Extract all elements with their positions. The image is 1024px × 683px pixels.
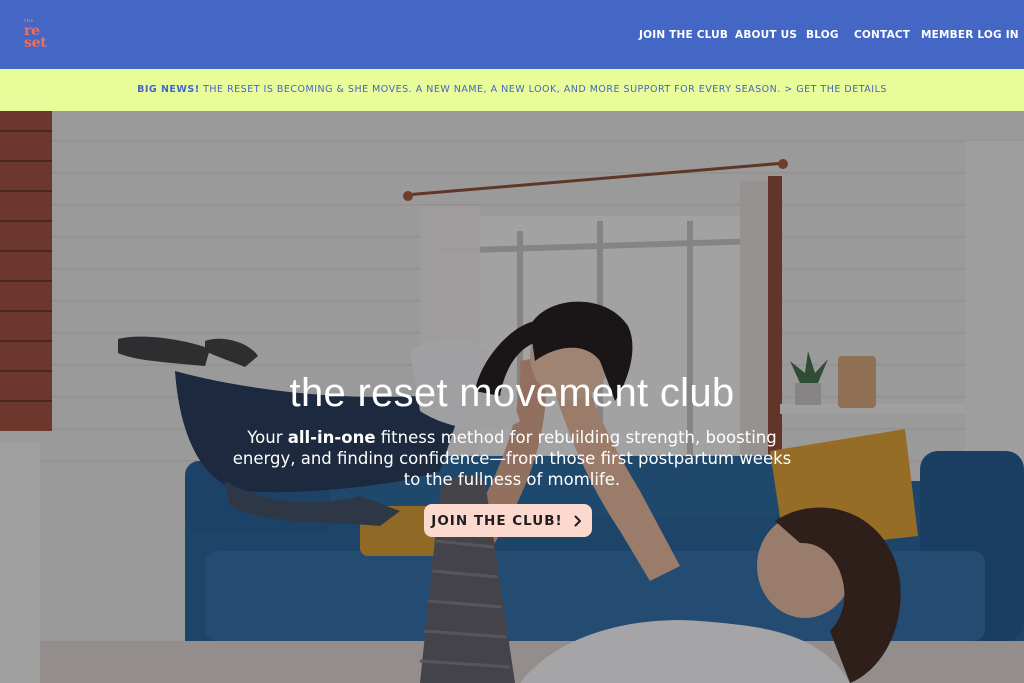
nav-blog[interactable]: BLOG	[806, 28, 839, 42]
hero-section: the reset movement club Your all-in-one …	[0, 111, 1024, 683]
announcement-bar[interactable]: BIG NEWS! THE RESET IS BECOMING & SHE MO…	[0, 69, 1024, 111]
announcement-label: BIG NEWS!	[137, 84, 200, 95]
nav-contact[interactable]: CONTACT	[854, 28, 910, 42]
hero-subtitle: Your all-in-one fitness method for rebui…	[222, 427, 802, 490]
nav-join-the-club[interactable]: JOIN THE CLUB	[639, 28, 728, 42]
hero-subtitle-before: Your	[247, 428, 288, 447]
site-header: the re set JOIN THE CLUB ABOUT US BLOG C…	[0, 0, 1024, 69]
main-nav: JOIN THE CLUB ABOUT US BLOG CONTACT MEMB…	[0, 28, 1024, 42]
announcement-link[interactable]: > GET THE DETAILS	[784, 84, 887, 95]
chevron-right-icon	[574, 515, 581, 526]
join-the-club-label: JOIN THE CLUB!	[431, 512, 563, 529]
announcement-text: THE RESET IS BECOMING & SHE MOVES. A NEW…	[203, 84, 781, 95]
hero-title: the reset movement club	[289, 371, 735, 415]
hero-subtitle-bold: all-in-one	[287, 428, 376, 447]
nav-about-us[interactable]: ABOUT US	[735, 28, 797, 42]
join-the-club-button[interactable]: JOIN THE CLUB!	[424, 504, 592, 537]
nav-member-log-in[interactable]: MEMBER LOG IN	[921, 28, 1019, 42]
